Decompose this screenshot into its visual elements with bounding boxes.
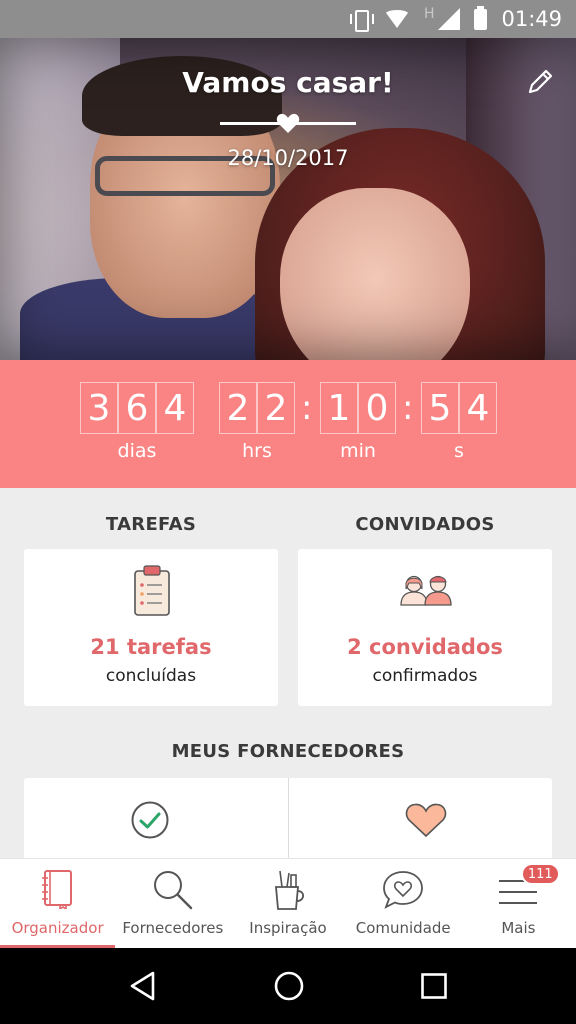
vendors-section-title: MEUS FORNECEDORES xyxy=(171,741,405,762)
countdown-days: 3 6 4 xyxy=(80,382,194,434)
battery-icon xyxy=(474,5,488,30)
countdown-panel: 3 6 4 2 2 : 1 0 : 5 4 dias hrs min s xyxy=(0,360,576,488)
recents-icon[interactable] xyxy=(420,972,448,1000)
seconds-digit: 4 xyxy=(459,382,497,434)
seconds-digit: 5 xyxy=(421,382,459,434)
couple-photo[interactable]: Vamos casar! 28/10/2017 xyxy=(0,38,576,360)
minutes-digit: 0 xyxy=(358,382,396,434)
countdown-separator: : xyxy=(402,388,414,428)
home-icon[interactable] xyxy=(273,970,305,1002)
tasks-section-title: TAREFAS xyxy=(105,514,197,535)
countdown-minutes: 1 0 xyxy=(320,382,396,434)
hours-label: hrs xyxy=(242,440,272,462)
nav-item-mais[interactable]: 111 Mais xyxy=(461,859,576,948)
vendors-card xyxy=(24,778,552,868)
hours-digit: 2 xyxy=(219,382,257,434)
nav-label-comunidade: Comunidade xyxy=(355,919,451,937)
nav-label-mais: Mais xyxy=(501,919,536,937)
nav-label-fornecedores: Fornecedores xyxy=(122,919,224,937)
tasks-card[interactable]: 21 tarefas concluídas xyxy=(24,549,278,706)
days-digit: 4 xyxy=(156,382,194,434)
notebook-icon xyxy=(41,870,72,909)
back-icon[interactable] xyxy=(128,970,158,1002)
vibrate-icon xyxy=(349,8,374,32)
chat-heart-icon xyxy=(383,871,424,909)
nav-label-organizador: Organizador xyxy=(11,919,104,937)
tasks-subtitle: concluídas xyxy=(105,666,197,686)
nav-item-inspiracao[interactable]: Inspiração xyxy=(230,859,345,948)
days-digit: 6 xyxy=(118,382,156,434)
hours-digit: 2 xyxy=(257,382,295,434)
pencil-cup-icon xyxy=(275,870,305,910)
days-digit: 3 xyxy=(80,382,118,434)
nav-item-fornecedores[interactable]: Fornecedores xyxy=(115,859,230,948)
countdown-hours: 2 2 xyxy=(219,382,295,434)
search-icon xyxy=(153,871,192,910)
countdown-separator: : xyxy=(301,388,313,428)
bottom-navigation: Organizador Fornecedores Inspiração Comu… xyxy=(0,858,576,948)
countdown-seconds: 5 4 xyxy=(421,382,497,434)
notification-badge: 111 xyxy=(520,863,560,885)
hired-vendors-cell[interactable] xyxy=(24,778,288,868)
heart-icon xyxy=(276,113,300,133)
network-type-label: H xyxy=(423,6,435,22)
system-navigation-bar xyxy=(0,948,576,1024)
status-bar: H 01:49 xyxy=(0,0,576,38)
wifi-icon xyxy=(383,10,410,28)
heart-icon xyxy=(405,803,446,838)
guests-subtitle: confirmados xyxy=(372,666,478,686)
guests-card[interactable]: 2 convidados confirmados xyxy=(298,549,552,706)
nav-item-organizador[interactable]: Organizador xyxy=(0,859,116,948)
signal-icon xyxy=(438,8,461,30)
guests-count: 2 convidados xyxy=(347,635,503,659)
wedding-title: Vamos casar! xyxy=(182,66,394,99)
nav-item-comunidade[interactable]: Comunidade xyxy=(346,859,461,948)
edit-pencil-icon[interactable] xyxy=(524,66,556,98)
check-circle-icon xyxy=(131,801,169,839)
wedding-date: 28/10/2017 xyxy=(227,146,349,170)
clipboard-icon xyxy=(134,565,170,616)
minutes-label: min xyxy=(340,440,376,462)
seconds-label: s xyxy=(454,440,464,462)
guests-couple-icon xyxy=(400,575,452,606)
status-time: 01:49 xyxy=(501,7,562,31)
nav-label-inspiracao: Inspiração xyxy=(249,919,327,937)
favorite-vendors-cell[interactable] xyxy=(287,778,553,868)
tasks-count: 21 tarefas xyxy=(90,635,212,659)
minutes-digit: 1 xyxy=(320,382,358,434)
days-label: dias xyxy=(117,440,157,462)
guests-section-title: CONVIDADOS xyxy=(355,514,495,535)
